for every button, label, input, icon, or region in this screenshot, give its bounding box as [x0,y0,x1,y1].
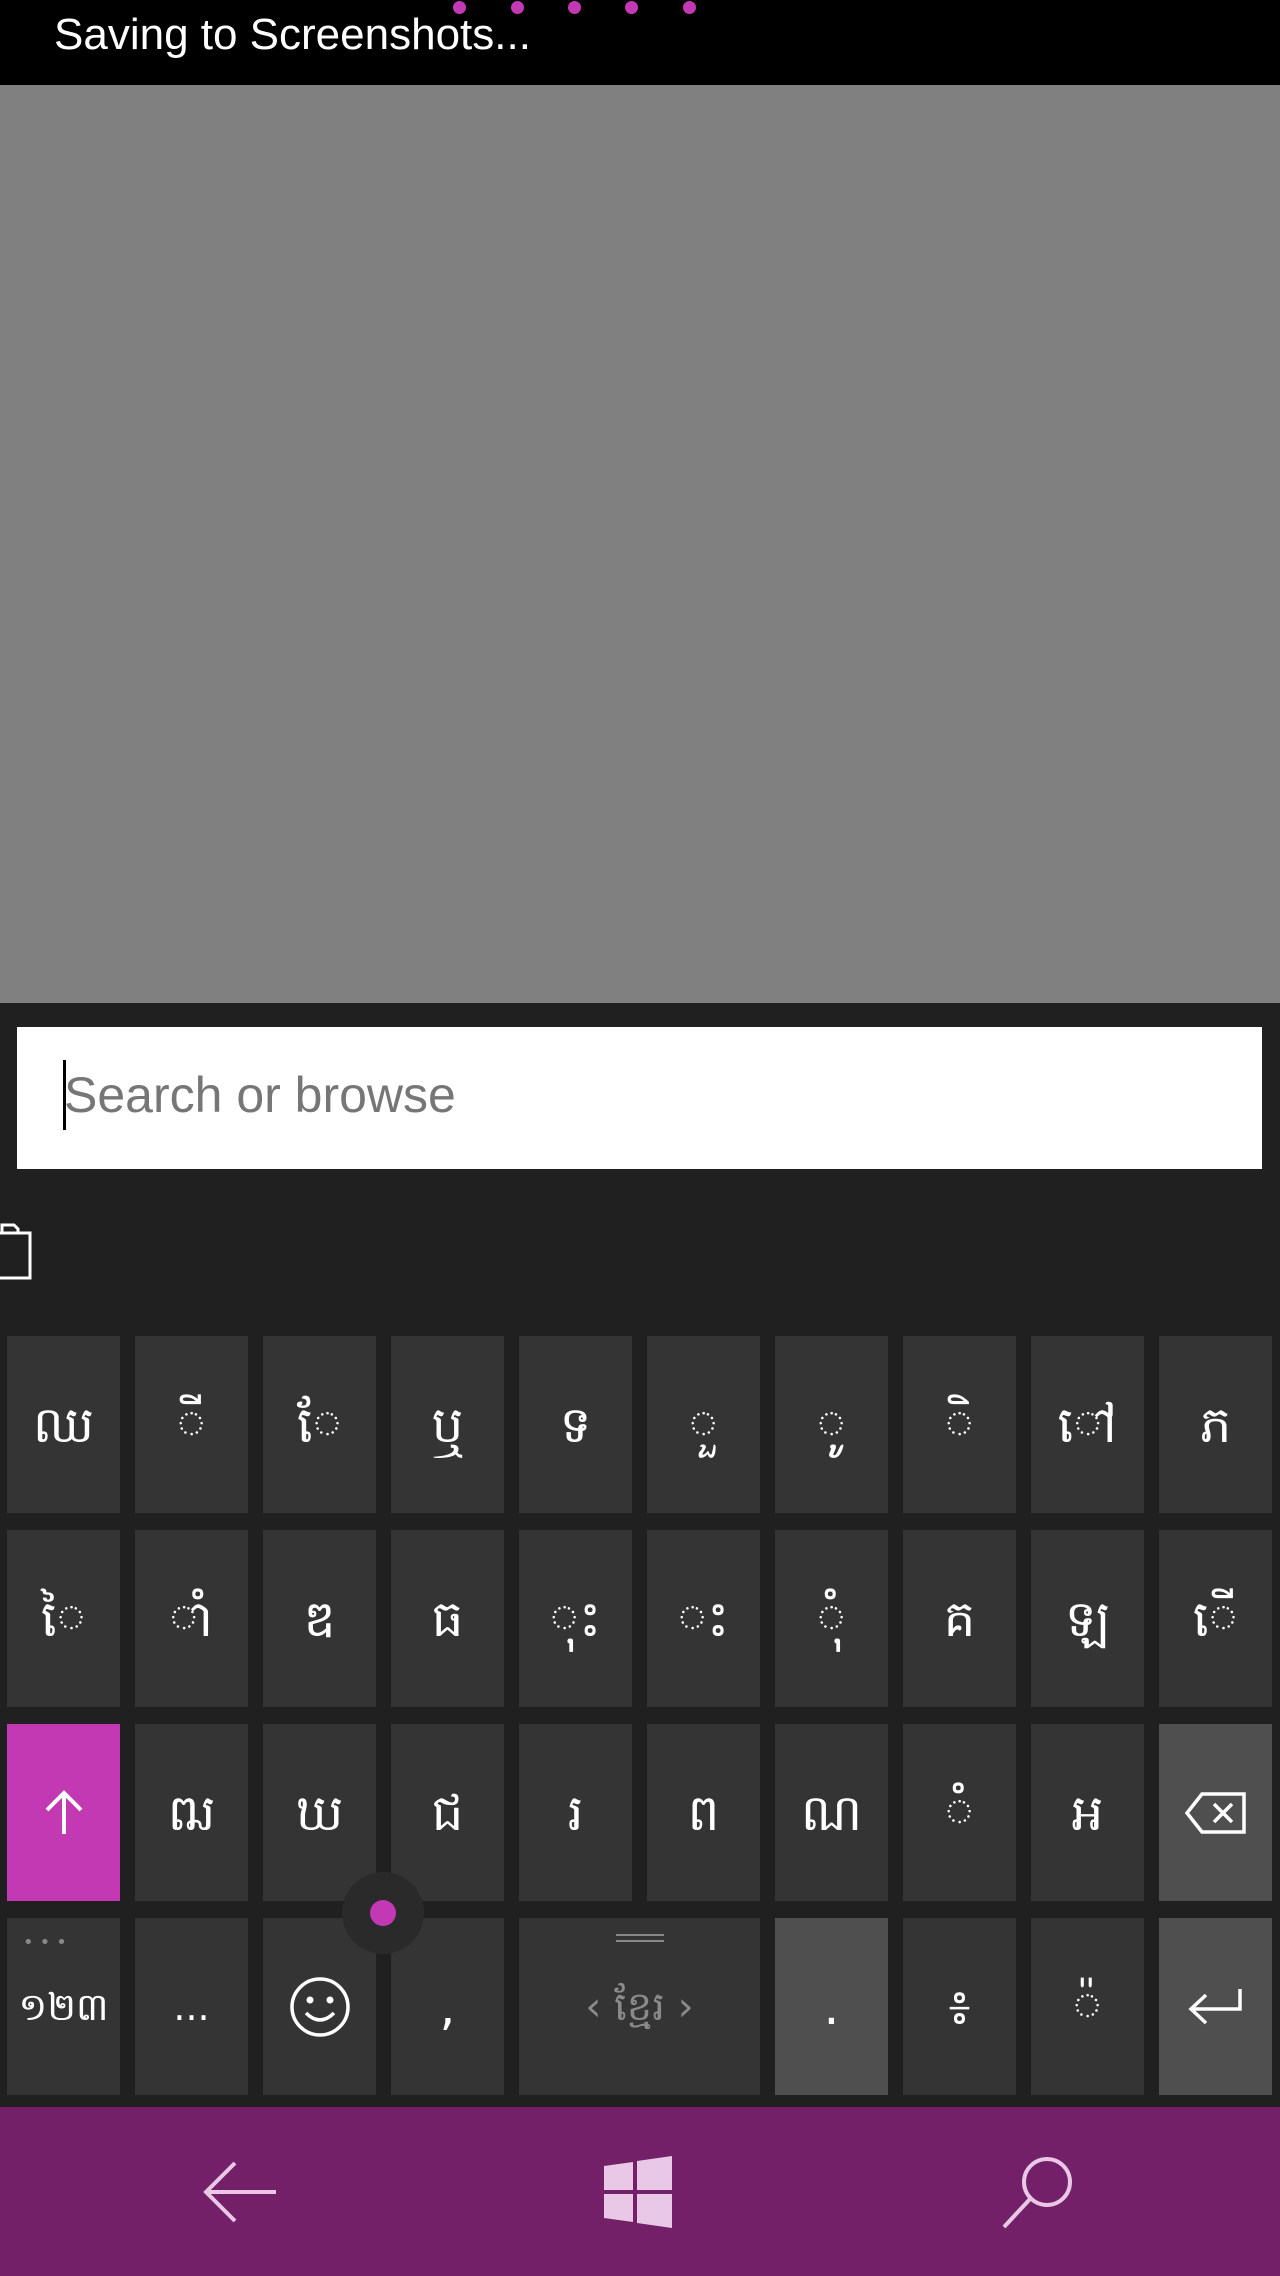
key-3[interactable]: ែ [263,1336,376,1513]
enter-icon [1187,1988,1242,2024]
key-label: ិ [944,1395,975,1454]
key-label: គ [943,1589,976,1648]
search-placeholder: Search or browse [64,1067,456,1123]
search-button[interactable] [959,2107,1119,2276]
key-label: អ [1071,1783,1104,1842]
key-16[interactable]: ះ [647,1530,760,1707]
key-22[interactable]: ឃ [263,1724,376,1901]
key-label: ឡ [1064,1589,1111,1648]
backspace-icon [1184,1791,1246,1834]
key-label: ធ [431,1589,464,1648]
key-13[interactable]: ឌ [263,1530,376,1707]
key-28[interactable]: អ [1031,1724,1144,1901]
period-key[interactable]: . [775,1918,888,2095]
search-icon [1002,2156,1072,2228]
chevron-left-icon: ‹ [585,1983,615,2030]
key-6[interactable]: ួ [647,1336,760,1513]
key-14[interactable]: ធ [391,1530,504,1707]
back-button[interactable] [161,2107,321,2276]
drag-grip-icon [615,1934,664,1942]
key-label: ូ [816,1395,847,1454]
key-23[interactable]: ជ [391,1724,504,1901]
navigation-bar [0,2107,1280,2276]
key-label: ទ [559,1395,592,1454]
key-label: ១២៣ [18,1984,109,2029]
key-label: ើ [1192,1589,1239,1648]
language-label: ខ្មែរ [614,1983,665,2030]
key-24[interactable]: រ [519,1724,632,1901]
key-17[interactable]: ុំ [775,1530,888,1707]
key-25[interactable]: ព [647,1724,760,1901]
backspace-key[interactable] [1159,1724,1272,1901]
shift-key[interactable] [7,1724,120,1901]
more-dots-icon: ••• [23,1932,73,1953]
key-label: ... [173,1984,210,2029]
key-label: , [439,1977,456,2036]
progress-dot [683,1,696,14]
key-1[interactable]: ឈ [7,1336,120,1513]
enter-key[interactable] [1159,1918,1272,2095]
key-12[interactable]: ាំ [135,1530,248,1707]
key-label: ៖ [948,1977,971,2036]
status-bar: Saving to Screenshots... [0,0,1280,85]
key-label: ឍ [167,1783,216,1842]
key-label: ុំ [816,1589,847,1648]
colon-key[interactable]: ៖ [903,1918,1016,2095]
key-15[interactable]: ុះ [519,1530,632,1707]
key-9[interactable]: ៅ [1031,1336,1144,1513]
key-label: ព [687,1783,720,1842]
key-label: ី [176,1395,207,1454]
progress-dot [568,1,581,14]
status-text: Saving to Screenshots... [54,10,531,59]
progress-dot [625,1,638,14]
text-caret [63,1060,66,1130]
key-7[interactable]: ូ [775,1336,888,1513]
numbers-key[interactable]: ••• ១២៣ [7,1918,120,2095]
key-5[interactable]: ទ [519,1336,632,1513]
key-label: ុះ [549,1589,602,1648]
key-19[interactable]: ឡ [1031,1530,1144,1707]
key-8[interactable]: ិ [903,1336,1016,1513]
key-label: ាំ [169,1589,214,1648]
chevron-right-icon: › [664,1983,694,2030]
key-27[interactable]: ំ [903,1724,1016,1901]
clipboard-icon[interactable] [0,1215,40,1285]
key-18[interactable]: គ [903,1530,1016,1707]
key-label: រ [567,1783,584,1842]
page-content [0,85,1280,1003]
key-2[interactable]: ី [135,1336,248,1513]
smiley-icon [289,1976,350,2037]
key-11[interactable]: ៃ [7,1530,120,1707]
cursor-handle[interactable] [342,1872,424,1954]
key-label: . [823,1977,840,2036]
key-label: ៅ [1057,1395,1118,1454]
key-label: ឌ [303,1589,336,1648]
key-4[interactable]: ឬ [391,1336,504,1513]
key-label: ំ [944,1783,975,1842]
key-label: ឬ [431,1395,464,1454]
key-label: ភ [1199,1395,1232,1454]
back-arrow-icon [203,2161,276,2222]
key-label: ឈ [32,1395,95,1454]
arrow-up-icon [45,1789,82,1834]
key-label: ែ [296,1395,343,1454]
space-key[interactable]: ‹ ខ្មែរ › [519,1918,760,2095]
ellipsis-key[interactable]: ... [135,1918,248,2095]
key-label: ៉ [1072,1977,1103,2036]
key-26[interactable]: ណ [775,1724,888,1901]
key-20[interactable]: ើ [1159,1530,1272,1707]
key-label: ណ [800,1783,863,1842]
key-label: ួ [688,1395,719,1454]
key-label: ជ [431,1783,464,1842]
key-21[interactable]: ឍ [135,1724,248,1901]
windows-logo-icon [604,2155,672,2228]
start-button[interactable] [558,2107,718,2276]
key-label: ៃ [40,1589,87,1648]
diacritic-key[interactable]: ៉ [1031,1918,1144,2095]
key-10[interactable]: ភ [1159,1336,1272,1513]
key-label: ឃ [295,1783,344,1842]
key-label: ះ [677,1589,730,1648]
cursor-handle-dot [370,1900,396,1926]
